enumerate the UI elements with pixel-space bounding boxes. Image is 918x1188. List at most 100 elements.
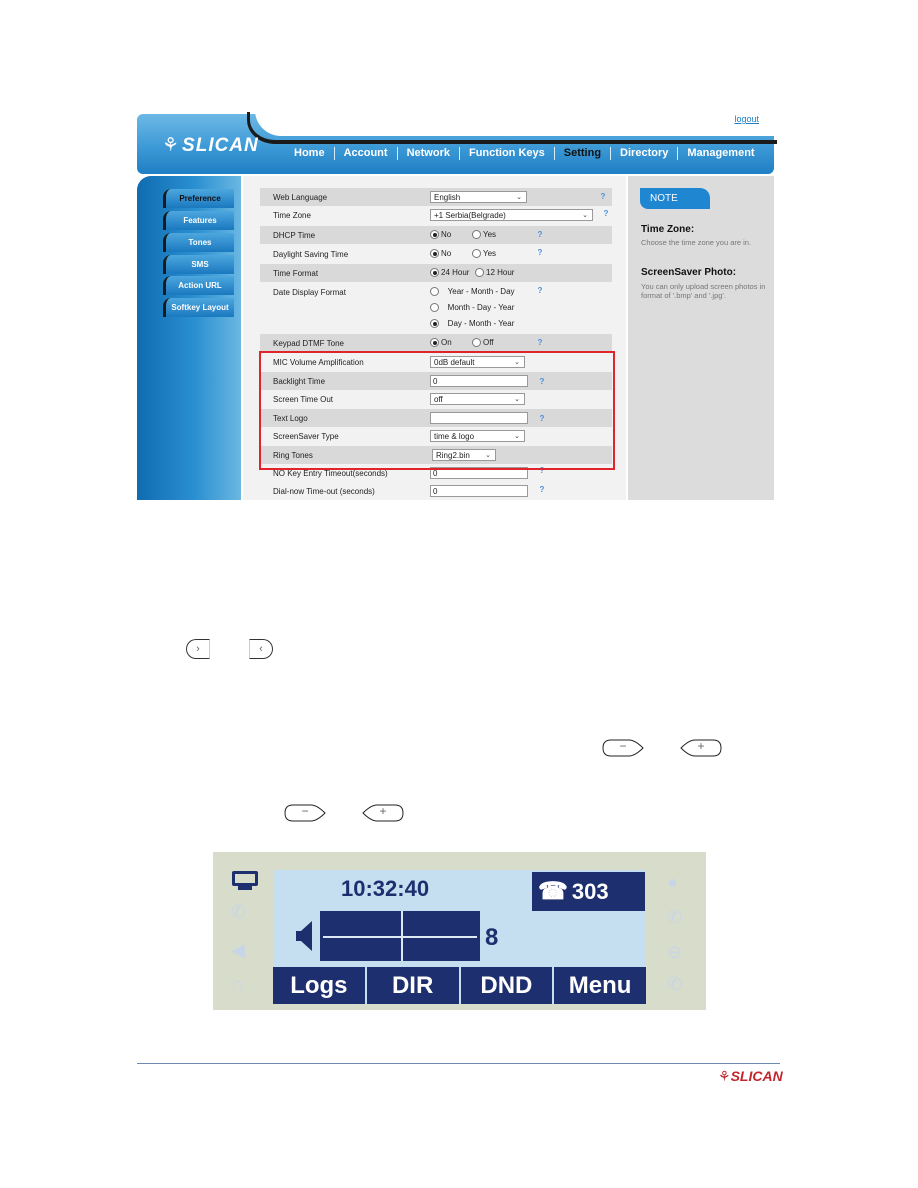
radio-unchecked-icon (472, 230, 481, 240)
radio-label: Month - Day - Year (447, 303, 515, 312)
help-icon[interactable]: ? (599, 193, 607, 201)
nav-setting[interactable]: Setting (555, 147, 612, 160)
volume-bar (320, 911, 480, 961)
time-format-label: Time Format (273, 269, 319, 278)
slican-logo: ⚘ SLICAN (162, 134, 259, 157)
setting-row: Date Display Format Year - Month - Day M… (260, 283, 612, 335)
sidebar-item-features[interactable]: Features (163, 211, 234, 230)
dial-now-timeout-label: Dial-now Time-out (seconds) (273, 487, 375, 496)
minus-glyph: − (619, 739, 627, 753)
sidebar-item-softkey-layout[interactable]: Softkey Layout (163, 298, 234, 317)
softkey-bar: Logs DIR DND Menu (273, 967, 646, 1004)
radio-unchecked-icon (430, 287, 439, 297)
mic-icon: ● (667, 872, 678, 892)
sidebar-item-tones[interactable]: Tones (163, 233, 234, 252)
chevron-down-icon: ⌄ (516, 194, 522, 201)
sidebar-item-preference[interactable]: Preference (163, 189, 234, 208)
setting-row: Time Zone +1 Serbia(Belgrade) ⌄ ? (260, 206, 612, 224)
softkey-logs[interactable]: Logs (273, 967, 365, 1004)
nav-directory[interactable]: Directory (611, 147, 679, 160)
note-title: Time Zone: (641, 224, 695, 235)
help-icon[interactable]: ? (538, 486, 546, 494)
radio-unchecked-icon (472, 249, 481, 259)
date-format-ymd-radio[interactable]: Year - Month - Day (430, 287, 515, 297)
no-key-timeout-label: NO Key Entry Timeout(seconds) (273, 469, 388, 478)
radio-checked-icon (430, 338, 439, 348)
time-format-12-radio[interactable]: 12 Hour (475, 268, 515, 278)
plus-glyph: + (379, 804, 387, 818)
radio-unchecked-icon (472, 338, 481, 348)
radio-label: 24 Hour (441, 268, 470, 277)
lcd-time: 10:32:40 (341, 876, 430, 901)
radio-checked-icon (430, 249, 439, 259)
minus-glyph: − (301, 804, 309, 818)
softkey-dir[interactable]: DIR (366, 967, 459, 1004)
volume-down-key-icon: − (283, 803, 327, 823)
help-icon[interactable]: ? (602, 210, 610, 218)
dhcp-no-radio[interactable]: No (430, 230, 452, 240)
mute-icon: ⊖ (667, 942, 683, 962)
softkey-menu[interactable]: Menu (554, 967, 646, 1004)
setting-row: DHCP Time No Yes ? (260, 226, 612, 244)
softkey-dnd[interactable]: DND (460, 967, 553, 1004)
phone-lcd: ✆ ◀ ∩ ● ✆ ⊖ ✆ 10:32:40 ☎ 303 8 Logs DIR D… (213, 852, 706, 1010)
lcd-screen: 10:32:40 ☎ 303 8 Logs DIR DND Menu (273, 870, 646, 1004)
dtmf-tone-label: Keypad DTMF Tone (273, 339, 344, 348)
help-icon[interactable]: ? (536, 249, 544, 257)
volume-level: 8 (485, 924, 499, 951)
help-icon[interactable]: ? (536, 287, 544, 295)
radio-label: On (441, 338, 452, 347)
time-zone-label: Time Zone (273, 211, 311, 220)
volume-speaker-icon (296, 921, 312, 951)
chevron-down-icon: ⌄ (582, 212, 588, 219)
setting-row: Web Language English ⌄ ? (260, 188, 612, 206)
note-panel: NOTE Time Zone: Choose the time zone you… (628, 176, 774, 500)
nav-account[interactable]: Account (335, 147, 398, 160)
setting-row: Keypad DTMF Tone On Off ? (260, 334, 612, 352)
setting-row: Time Format 24 Hour 12 Hour (260, 264, 612, 282)
dtmf-off-radio[interactable]: Off (472, 338, 494, 348)
radio-label: No (441, 230, 452, 239)
sidebar-item-action-url[interactable]: Action URL (163, 276, 234, 295)
line-number: 303 (571, 878, 609, 904)
web-ui-screenshot: ⚘ SLICAN logout Home Account Network Func… (137, 110, 780, 500)
volume-down-key-icon: − (601, 738, 645, 758)
web-language-select[interactable]: English ⌄ (430, 191, 527, 203)
speaker-icon: ◀ (231, 940, 245, 960)
sidebar-item-sms[interactable]: SMS (163, 255, 234, 274)
select-value: +1 Serbia(Belgrade) (434, 211, 506, 220)
radio-label: Day - Month - Year (447, 319, 515, 328)
volume-up-key-icon: + (361, 803, 405, 823)
logout-link[interactable]: logout (734, 114, 759, 124)
time-zone-select[interactable]: +1 Serbia(Belgrade) ⌄ (430, 209, 593, 221)
date-format-mdy-radio[interactable]: Month - Day - Year (430, 303, 515, 313)
date-format-dmy-radio[interactable]: Day - Month - Year (430, 319, 515, 329)
dhcp-yes-radio[interactable]: Yes (472, 230, 496, 240)
dial-now-timeout-input[interactable]: 0 (430, 485, 528, 497)
web-header: ⚘ SLICAN logout Home Account Network Func… (137, 110, 780, 174)
handset-icon: ✆ (231, 902, 247, 922)
dst-label: Daylight Saving Time (273, 250, 349, 259)
nav-network[interactable]: Network (398, 147, 460, 160)
help-icon[interactable]: ? (536, 231, 544, 239)
nav-management[interactable]: Management (678, 147, 763, 160)
radio-checked-icon (430, 230, 439, 240)
tree-icon: ⚘ (718, 1068, 731, 1084)
time-format-24-radio[interactable]: 24 Hour (430, 268, 470, 278)
dst-no-radio[interactable]: No (430, 249, 451, 259)
network-icon (232, 871, 258, 890)
help-icon[interactable]: ? (536, 339, 544, 347)
dtmf-on-radio[interactable]: On (430, 338, 452, 348)
call-icon: ✆ (667, 907, 683, 927)
footer-logo-text: SLICAN (730, 1068, 783, 1084)
left-key-icon: ‹ (249, 639, 273, 659)
radio-unchecked-icon (430, 303, 439, 313)
select-value: English (434, 193, 461, 202)
plus-glyph: + (697, 739, 705, 753)
nav-home[interactable]: Home (285, 147, 335, 160)
phone-icon: ☎ (538, 878, 568, 905)
radio-label: 12 Hour (486, 268, 515, 277)
nav-function-keys[interactable]: Function Keys (460, 147, 555, 160)
dst-yes-radio[interactable]: Yes (472, 249, 496, 259)
radio-unchecked-icon (475, 268, 484, 278)
